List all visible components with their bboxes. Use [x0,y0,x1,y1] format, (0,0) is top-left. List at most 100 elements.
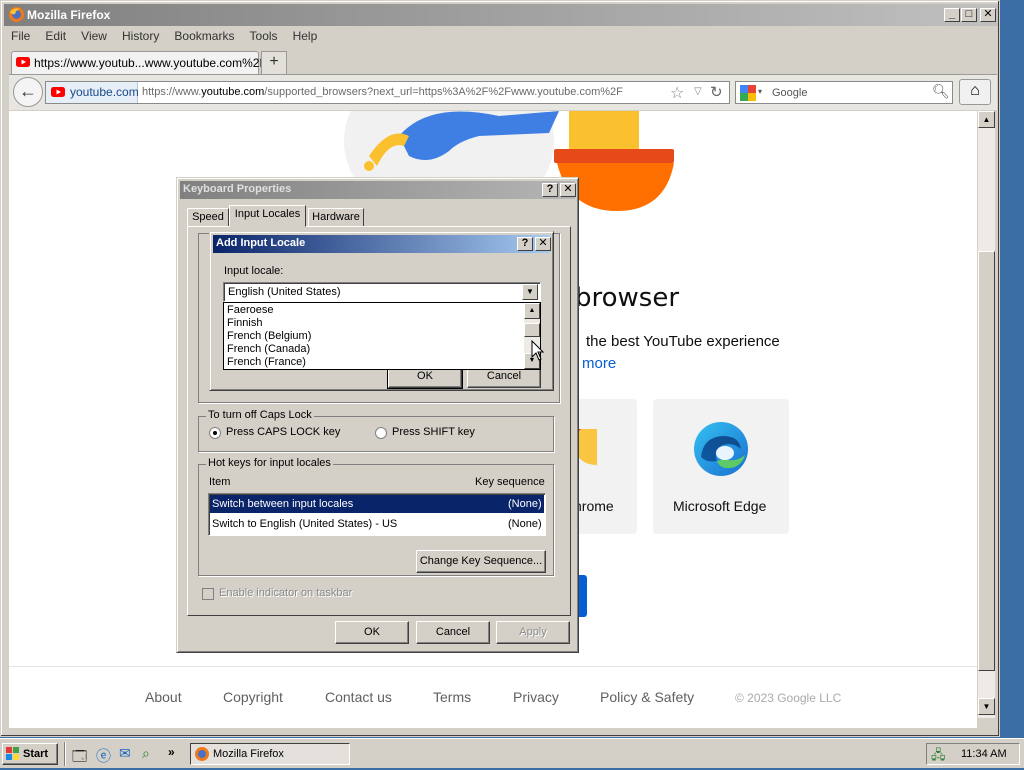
list-item[interactable]: French (Belgium) [227,330,311,342]
browser-tab[interactable]: https://www.youtub...www.youtube.com%2F [11,51,267,74]
url-host: youtube.com [201,86,265,98]
firefox-title-bar[interactable]: Mozilla Firefox _ □ ✕ [4,4,998,26]
shift-key-radio[interactable] [375,427,387,439]
tab-input-locales[interactable]: Input Locales [229,205,306,227]
cancel-button[interactable]: Cancel [416,621,490,644]
mouse-cursor-icon [531,340,545,361]
menu-view[interactable]: View [81,29,107,43]
quick-launch-chevron-icon[interactable]: » [168,745,175,759]
hotkeys-group: Hot keys for input locales Item Key sequ… [198,457,554,576]
menu-bookmarks[interactable]: Bookmarks [174,29,234,43]
url-path: /supported_browsers?next_url=https%3A%2F… [264,86,623,98]
maximize-button[interactable]: □ [961,8,977,22]
tab-title: https://www.youtub...www.youtube.com%2F [34,56,267,70]
network-tray-icon[interactable]: 🖧 [931,746,946,768]
keyboard-dialog-title: Keyboard Properties [183,183,292,195]
menu-history[interactable]: History [122,29,159,43]
tab-speed[interactable]: Speed [187,208,229,227]
back-arrow-icon: ← [19,81,37,101]
hotkey-item: Switch to English (United States) - US [212,518,398,530]
indicator-checkbox[interactable] [202,588,214,600]
google-icon [740,85,756,101]
learn-more-link[interactable]: more [582,355,616,372]
firefox-icon [195,747,209,761]
list-scroll-thumb[interactable] [524,323,540,337]
ok-button[interactable]: OK [335,621,409,644]
keyboard-dialog-close-button[interactable]: ✕ [560,183,576,197]
page-subtitle: the best YouTube experience [586,333,780,350]
footer-contact-link[interactable]: Contact us [325,689,392,705]
list-item[interactable]: Finnish [227,317,262,329]
add-locale-help-button[interactable]: ? [517,237,533,251]
url-prefix: https://www. [142,86,202,98]
footer-terms-link[interactable]: Terms [433,689,471,705]
dropdown-arrow-icon[interactable]: ▼ [522,284,538,300]
input-locale-select[interactable]: English (United States) ▼ [223,282,541,302]
list-item[interactable]: French (Canada) [227,343,310,355]
taskbar-firefox-button[interactable]: Mozilla Firefox [190,743,350,765]
start-button[interactable]: Start [2,743,58,765]
system-tray: 🖧 11:34 AM [926,743,1020,765]
footer-about-link[interactable]: About [145,689,182,705]
dropdown-arrow-icon[interactable]: ▽ [694,86,702,97]
table-row[interactable]: Switch between input locales (None) [210,495,544,513]
hotkeys-list[interactable]: Switch between input locales (None) Swit… [208,493,546,536]
add-locale-title-bar[interactable]: Add Input Locale ? ✕ [213,235,551,253]
clock[interactable]: 11:34 AM [961,748,1007,760]
tab-hardware[interactable]: Hardware [308,208,364,227]
caps-lock-radio[interactable] [209,427,221,439]
show-desktop-icon[interactable]: 🗔 [72,746,87,770]
add-locale-close-button[interactable]: ✕ [535,237,551,251]
scroll-up-icon[interactable]: ▲ [524,303,540,319]
edge-card[interactable]: Microsoft Edge [653,399,789,534]
list-item[interactable]: French (France) [227,356,306,368]
reload-icon[interactable]: ↻ [710,83,723,101]
page-heading: browser [575,283,680,313]
home-icon: ⌂ [970,82,980,99]
scroll-up-icon[interactable]: ▲ [978,111,995,128]
hotkey-sequence: (None) [508,518,542,530]
internet-explorer-icon[interactable]: ⓔ [96,745,111,766]
menu-edit[interactable]: Edit [45,29,66,43]
footer-privacy-link[interactable]: Privacy [513,689,559,705]
youtube-favicon-icon [51,87,65,97]
bookmark-star-icon[interactable]: ☆ [670,83,684,103]
change-key-sequence-button[interactable]: Change Key Sequence... [416,550,546,573]
search-quick-launch-icon[interactable]: ⌕ [142,745,150,762]
list-item[interactable]: Faeroese [227,304,273,316]
new-tab-button[interactable]: + [261,51,287,74]
back-button[interactable]: ← [13,77,43,107]
hotkeys-group-label: Hot keys for input locales [206,457,333,469]
minimize-button[interactable]: _ [944,8,960,22]
caps-lock-group: To turn off Caps Lock Press CAPS LOCK ke… [198,409,554,452]
scroll-down-icon[interactable]: ▼ [978,698,995,715]
url-text: https://www.youtube.com/supported_browse… [142,86,623,98]
shift-key-option-label: Press SHIFT key [392,426,475,438]
input-locale-dropdown-list[interactable]: Faeroese Finnish French (Belgium) French… [223,302,541,370]
scroll-thumb[interactable] [978,251,995,671]
input-locale-label: Input locale: [224,265,284,277]
apply-button[interactable]: Apply [496,621,570,644]
url-bar[interactable]: youtube.com https://www.youtube.com/supp… [45,81,730,104]
footer-copyright-link[interactable]: Copyright [223,689,283,705]
table-row[interactable]: Switch to English (United States) - US (… [210,515,544,533]
help-button[interactable]: ? [542,183,558,197]
search-engine-dropdown-icon[interactable]: ▾ [758,87,762,96]
site-identity-button[interactable]: youtube.com [46,82,139,103]
keyboard-dialog-title-bar[interactable]: Keyboard Properties ? ✕ [180,181,576,199]
home-button[interactable]: ⌂ [959,79,991,105]
windows-logo-icon [6,747,19,760]
indicator-label: Enable indicator on taskbar [219,587,353,599]
outlook-express-icon[interactable]: ✉ [119,745,131,762]
magnifier-icon[interactable]: 🔍︎ [932,83,950,100]
close-button[interactable]: ✕ [980,8,996,22]
footer-policy-link[interactable]: Policy & Safety [600,689,694,705]
menu-tools[interactable]: Tools [250,29,278,43]
page-scrollbar[interactable]: ▲ ▼ [978,111,995,718]
search-bar[interactable]: ▾ Google 🔍︎ [735,81,953,104]
menu-file[interactable]: File [11,29,30,43]
add-locale-title: Add Input Locale [216,237,306,249]
menu-help[interactable]: Help [293,29,318,43]
menu-bar: File Edit View History Bookmarks Tools H… [11,29,329,47]
col-item-header: Item [209,476,231,488]
